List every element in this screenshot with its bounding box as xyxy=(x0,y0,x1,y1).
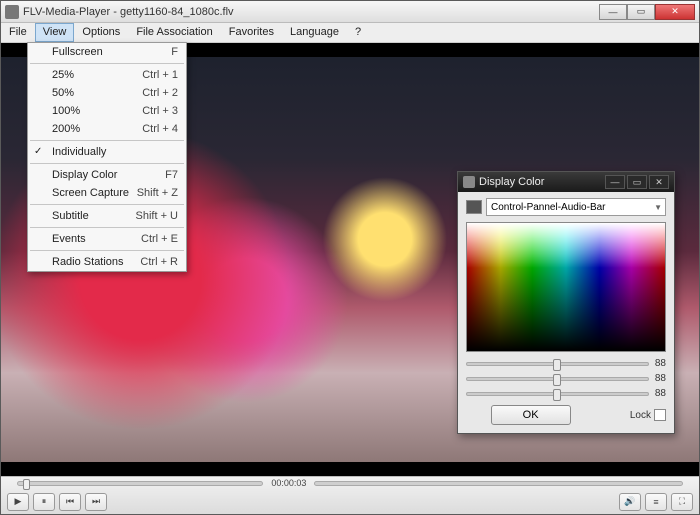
window-title: FLV-Media-Player - getty1160-84_1080c.fl… xyxy=(23,6,599,18)
menu-separator xyxy=(30,227,184,228)
time-display: 00:00:03 xyxy=(271,478,306,488)
menu-item-label: Display Color xyxy=(52,169,117,181)
app-icon xyxy=(5,5,19,19)
menu-item-label: Subtitle xyxy=(52,210,89,222)
lock-checkbox[interactable] xyxy=(654,409,666,421)
view-menu-dropdown: Fullscreen F 25% Ctrl + 1 50% Ctrl + 2 100% Ctr… xyxy=(27,42,187,272)
menu-item-shortcut: Ctrl + 4 xyxy=(142,123,178,135)
pause-button[interactable]: ⏸ xyxy=(33,493,55,511)
menu-file[interactable]: File xyxy=(1,23,35,42)
seek-track-right[interactable] xyxy=(314,481,683,486)
menu-item-events[interactable]: Events Ctrl + E xyxy=(28,230,186,248)
menu-help[interactable]: ? xyxy=(347,23,369,42)
lock-label: Lock xyxy=(630,410,651,421)
seek-track[interactable] xyxy=(17,481,263,486)
menu-item-200-[interactable]: 200% Ctrl + 4 xyxy=(28,120,186,138)
menu-options[interactable]: Options xyxy=(74,23,128,42)
menu-item-shortcut: Ctrl + E xyxy=(141,233,178,245)
menu-item-label: Fullscreen xyxy=(52,46,103,58)
menu-separator xyxy=(30,63,184,64)
menu-item-50-[interactable]: 50% Ctrl + 2 xyxy=(28,84,186,102)
playback-controls: 00:00:03 ▶ ⏸ ⏮ ⏭ 🔊 ≡ ⛶ xyxy=(1,476,699,514)
menu-item-individually[interactable]: Individually xyxy=(28,143,186,161)
display-color-titlebar[interactable]: Display Color — ▭ ✕ xyxy=(458,172,674,192)
display-color-title: Display Color xyxy=(479,176,605,188)
menu-favorites[interactable]: Favorites xyxy=(221,23,282,42)
volume-button[interactable]: 🔊 xyxy=(619,493,641,511)
slider-3-value: 88 xyxy=(655,388,666,399)
menu-item-shortcut: F xyxy=(171,46,178,58)
menu-view[interactable]: View xyxy=(35,23,75,42)
menu-item-fullscreen[interactable]: Fullscreen F xyxy=(28,43,186,61)
slider-1-thumb[interactable] xyxy=(553,359,561,371)
color-swatch xyxy=(466,200,482,214)
menu-item-label: Radio Stations xyxy=(52,256,124,268)
menu-item-label: 50% xyxy=(52,87,74,99)
dc-maximize-button[interactable]: ▭ xyxy=(627,175,647,189)
slider-3[interactable] xyxy=(466,392,649,396)
menu-item-label: Individually xyxy=(52,146,106,158)
menu-file-association[interactable]: File Association xyxy=(128,23,220,42)
menu-item-display-color[interactable]: Display Color F7 xyxy=(28,166,186,184)
prev-button[interactable]: ⏮ xyxy=(59,493,81,511)
menu-item-radio-stations[interactable]: Radio Stations Ctrl + R xyxy=(28,253,186,271)
minimize-button[interactable]: — xyxy=(599,4,627,20)
dc-close-button[interactable]: ✕ xyxy=(649,175,669,189)
menu-item-shortcut: Shift + U xyxy=(136,210,179,222)
menubar: File View Options File Association Favor… xyxy=(1,23,699,43)
menu-item-shortcut: Ctrl + 2 xyxy=(142,87,178,99)
fullscreen-button[interactable]: ⛶ xyxy=(671,493,693,511)
menu-separator xyxy=(30,204,184,205)
menu-item-subtitle[interactable]: Subtitle Shift + U xyxy=(28,207,186,225)
play-button[interactable]: ▶ xyxy=(7,493,29,511)
menu-item-label: 100% xyxy=(52,105,80,117)
menu-separator xyxy=(30,250,184,251)
menu-language[interactable]: Language xyxy=(282,23,347,42)
slider-1[interactable] xyxy=(466,362,649,366)
menu-item-label: Screen Capture xyxy=(52,187,129,199)
menu-item-label: 200% xyxy=(52,123,80,135)
dc-minimize-button[interactable]: — xyxy=(605,175,625,189)
menu-item-100-[interactable]: 100% Ctrl + 3 xyxy=(28,102,186,120)
slider-2-value: 88 xyxy=(655,373,666,384)
slider-3-thumb[interactable] xyxy=(553,389,561,401)
display-color-window: Display Color — ▭ ✕ Control-Pannel-Audio… xyxy=(457,171,675,434)
close-button[interactable]: ✕ xyxy=(655,4,695,20)
slider-2[interactable] xyxy=(466,377,649,381)
titlebar: FLV-Media-Player - getty1160-84_1080c.fl… xyxy=(1,1,699,23)
maximize-button[interactable]: ▭ xyxy=(627,4,655,20)
color-field[interactable] xyxy=(466,222,666,352)
slider-1-value: 88 xyxy=(655,358,666,369)
menu-item-label: Events xyxy=(52,233,86,245)
menu-item-shortcut: Shift + Z xyxy=(137,187,178,199)
slider-2-thumb[interactable] xyxy=(553,374,561,386)
menu-item-25-[interactable]: 25% Ctrl + 1 xyxy=(28,66,186,84)
seek-thumb[interactable] xyxy=(23,479,30,490)
playlist-button[interactable]: ≡ xyxy=(645,493,667,511)
menu-item-label: 25% xyxy=(52,69,74,81)
menu-item-shortcut: Ctrl + R xyxy=(140,256,178,268)
target-dropdown[interactable]: Control-Pannel-Audio-Bar xyxy=(486,198,666,216)
letterbox-bottom xyxy=(1,462,699,476)
next-button[interactable]: ⏭ xyxy=(85,493,107,511)
ok-button[interactable]: OK xyxy=(491,405,571,425)
menu-item-shortcut: Ctrl + 3 xyxy=(142,105,178,117)
menu-item-screen-capture[interactable]: Screen Capture Shift + Z xyxy=(28,184,186,202)
menu-separator xyxy=(30,140,184,141)
menu-item-shortcut: F7 xyxy=(165,169,178,181)
menu-item-shortcut: Ctrl + 1 xyxy=(142,69,178,81)
seek-bar-row: 00:00:03 xyxy=(1,477,699,489)
display-color-icon xyxy=(463,176,475,188)
menu-separator xyxy=(30,163,184,164)
